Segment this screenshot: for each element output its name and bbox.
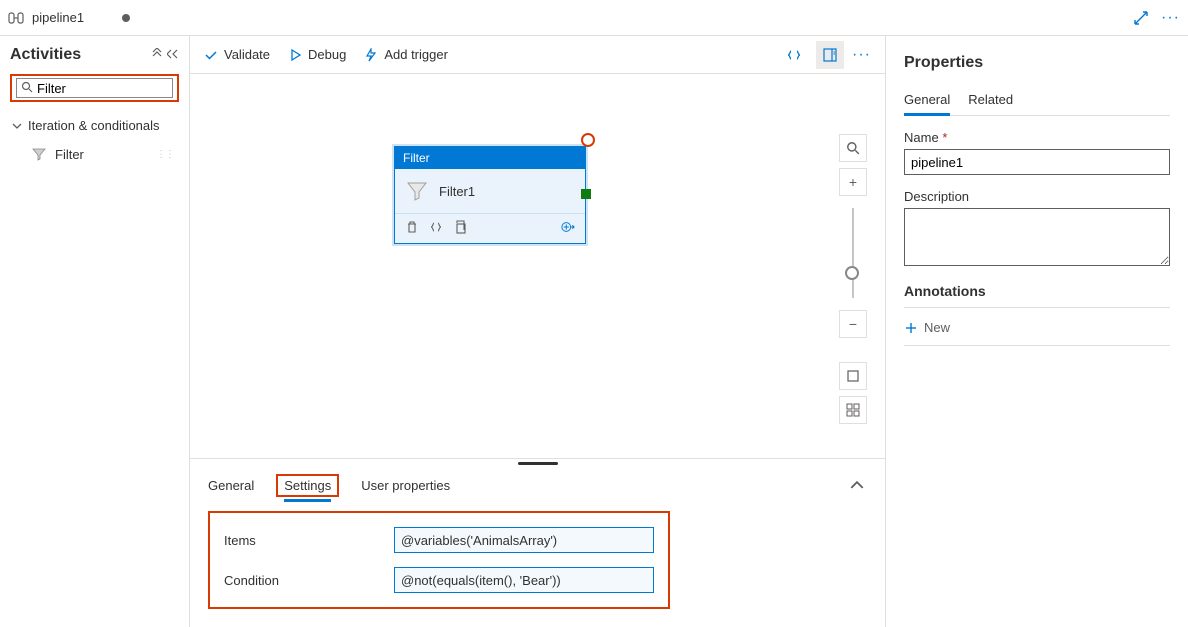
annotations-label: Annotations — [904, 283, 1170, 308]
description-field-label: Description — [904, 189, 1170, 204]
collapse-all-icon[interactable] — [151, 48, 163, 63]
activity-filter[interactable]: Filter ⋮⋮ — [10, 139, 179, 169]
condition-input[interactable] — [394, 567, 654, 593]
chevron-down-icon — [12, 121, 22, 131]
add-trigger-button[interactable]: Add trigger — [364, 47, 448, 62]
properties-panel: Properties General Related Name * Descri… — [886, 36, 1188, 627]
activities-sidebar: Activities Iteration & conditionals Filt… — [0, 36, 190, 627]
sidebar-title: Activities — [10, 46, 81, 64]
add-trigger-label: Add trigger — [384, 47, 448, 62]
tab-general[interactable]: General — [208, 472, 254, 499]
items-label: Items — [224, 533, 394, 548]
properties-title: Properties — [904, 54, 1170, 72]
properties-toggle-button[interactable] — [816, 41, 844, 69]
props-tab-general[interactable]: General — [904, 86, 950, 116]
more-menu[interactable]: ··· — [1161, 9, 1180, 27]
panel-collapse-icon[interactable] — [847, 475, 867, 495]
activity-properties-panel: General Settings User properties Items C… — [190, 458, 885, 627]
tab-settings-highlight: Settings — [276, 474, 339, 497]
auto-layout-button[interactable] — [839, 396, 867, 424]
pipeline-title: pipeline1 — [32, 10, 84, 25]
node-name: Filter1 — [439, 184, 475, 199]
node-status-indicator — [581, 133, 595, 147]
canvas[interactable]: Filter Filter1 — [190, 74, 885, 458]
fit-to-screen-button[interactable] — [839, 362, 867, 390]
pipeline-name-input[interactable] — [904, 149, 1170, 175]
activities-search-input[interactable] — [37, 81, 168, 96]
grip-icon: ⋮⋮ — [156, 149, 174, 160]
filter-funnel-icon — [31, 146, 47, 162]
condition-label: Condition — [224, 573, 394, 588]
pipeline-icon — [8, 10, 24, 26]
code-icon[interactable] — [429, 220, 443, 237]
settings-highlight-box: Items Condition — [208, 511, 670, 609]
code-view-button[interactable] — [780, 41, 808, 69]
filter-funnel-icon — [405, 179, 429, 203]
validate-button[interactable]: Validate — [204, 47, 270, 62]
category-iteration-conditionals[interactable]: Iteration & conditionals — [10, 112, 179, 139]
activity-label: Filter — [55, 147, 84, 162]
node-type-label: Filter — [395, 147, 585, 169]
add-annotation-button[interactable]: New — [904, 320, 1170, 346]
search-icon — [21, 81, 33, 96]
clone-icon[interactable] — [453, 220, 467, 237]
items-input[interactable] — [394, 527, 654, 553]
tab-settings[interactable]: Settings — [284, 472, 331, 502]
canvas-toolbar: Validate Debug Add trigger ··· — [190, 36, 885, 74]
toolbar-more-menu[interactable]: ··· — [852, 46, 871, 64]
expand-icon[interactable] — [1133, 10, 1149, 26]
validate-label: Validate — [224, 47, 270, 62]
new-annotation-label: New — [924, 320, 950, 335]
props-tab-related[interactable]: Related — [968, 86, 1013, 115]
zoom-slider[interactable] — [852, 208, 854, 298]
zoom-in-button[interactable]: + — [839, 168, 867, 196]
debug-label: Debug — [308, 47, 346, 62]
debug-button[interactable]: Debug — [288, 47, 346, 62]
node-output-connector[interactable] — [581, 189, 591, 199]
unsaved-indicator — [122, 14, 130, 22]
add-output-icon[interactable] — [561, 220, 575, 237]
pipeline-description-input[interactable] — [904, 208, 1170, 266]
activities-search-highlight — [10, 74, 179, 102]
tab-user-properties[interactable]: User properties — [361, 472, 450, 499]
panel-resize-handle[interactable] — [190, 459, 885, 467]
delete-icon[interactable] — [405, 220, 419, 237]
collapse-panel-icon[interactable] — [167, 48, 179, 63]
name-field-label: Name * — [904, 130, 1170, 145]
category-label: Iteration & conditionals — [28, 118, 160, 133]
filter-activity-node[interactable]: Filter Filter1 — [394, 146, 586, 244]
canvas-search-button[interactable] — [839, 134, 867, 162]
zoom-out-button[interactable]: − — [839, 310, 867, 338]
